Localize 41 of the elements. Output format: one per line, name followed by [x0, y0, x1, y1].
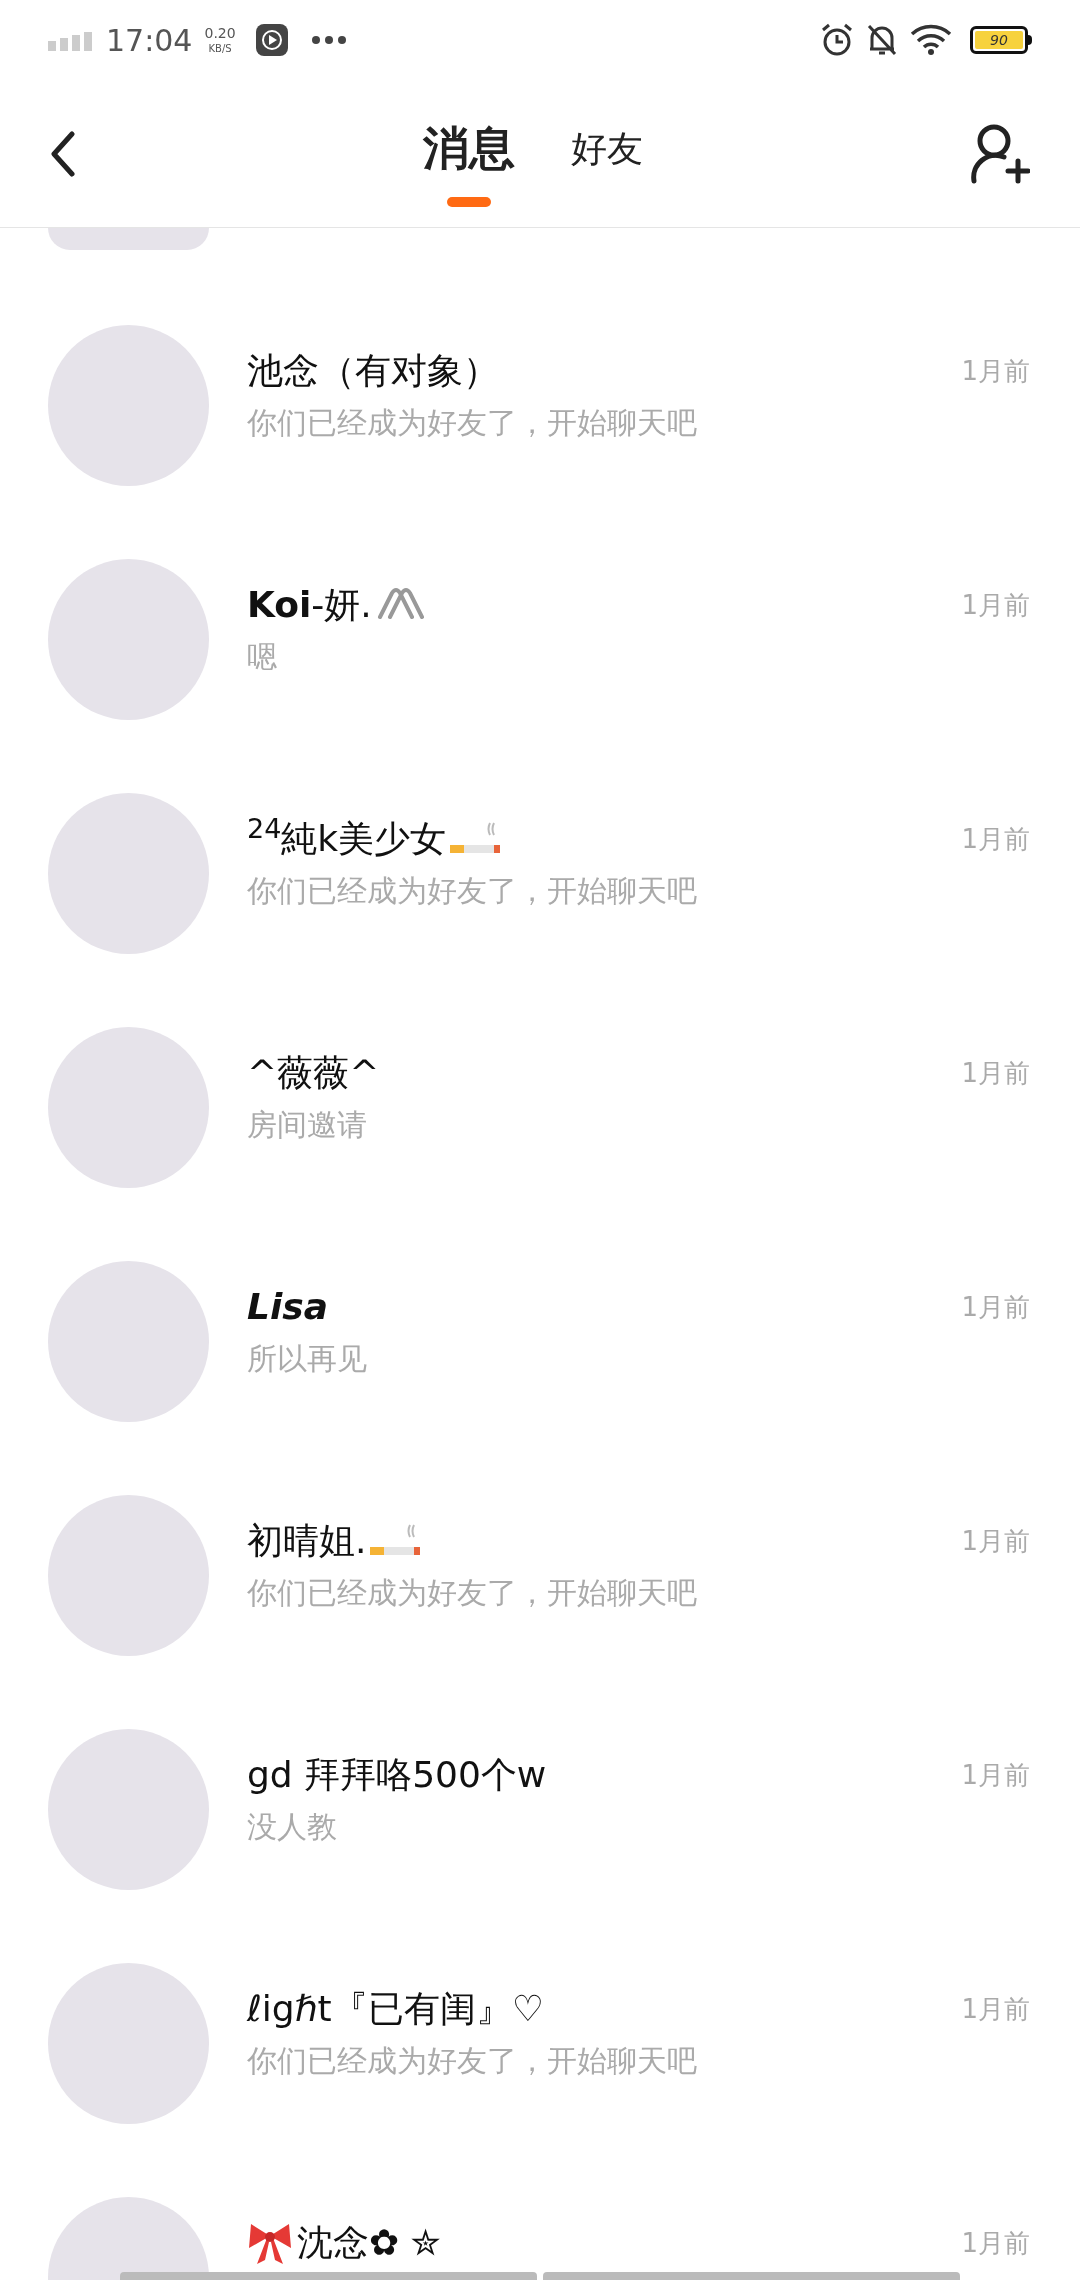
play-icon — [255, 24, 288, 56]
contact-name: Koi-妍. — [247, 583, 372, 627]
contact-name: 初晴姐. — [247, 1519, 367, 1563]
message-preview: 你们已经成为好友了，开始聊天吧 — [247, 404, 698, 442]
contact-name: Lisa — [247, 1285, 328, 1329]
message-time: 1月前 — [961, 1759, 1030, 1792]
message-time: 1月前 — [961, 355, 1030, 388]
alarm-icon — [820, 23, 854, 57]
avatar-photo-placeholder[interactable] — [48, 228, 209, 250]
wifi-icon — [910, 24, 954, 56]
contact-name: $^{24}$純k美少女 — [247, 815, 447, 861]
contact-name: 池念（有对象） — [247, 349, 499, 393]
contact-name: 沈念✿ ✮ — [297, 2221, 441, 2265]
message-time: 1月前 — [961, 1993, 1030, 2026]
speed-unit: KB/S — [208, 44, 232, 54]
tab[interactable]: 消息 — [423, 114, 515, 207]
add-friend-icon[interactable] — [970, 122, 1030, 185]
message-preview: 所以再见 — [247, 1340, 368, 1378]
message-preview: 你们已经成为好友了，开始聊天吧 — [247, 1574, 698, 1612]
contact-name: ^薇薇^ — [247, 1051, 380, 1095]
message-time: 1月前 — [961, 1057, 1030, 1090]
contact-name: gd 拜拜咯500个w — [247, 1753, 547, 1797]
network-speed: 0.20 — [204, 26, 236, 40]
muted-bell-icon — [866, 23, 898, 57]
message-preview: 你们已经成为好友了，开始聊天吧 — [247, 872, 698, 910]
message-time: 1月前 — [961, 2227, 1030, 2260]
message-preview: 没人教 — [247, 1808, 338, 1846]
contact-name: ℓigℏt『已有闺』♡ — [247, 1987, 544, 2031]
message-time: 1月前 — [961, 589, 1030, 622]
more-icon — [311, 36, 346, 44]
message-preview: 嗯 — [247, 638, 278, 676]
battery-level: 90 — [975, 31, 1023, 49]
message-time: 1月前 — [961, 823, 1030, 856]
signal-icon — [48, 29, 94, 51]
message-preview: 你们已经成为好友了，开始聊天吧 — [247, 2042, 698, 2080]
message-time: 1月前 — [961, 1525, 1030, 1558]
clock-time: 17:04 — [106, 21, 193, 60]
back-icon[interactable] — [50, 130, 76, 177]
tab[interactable]: 好友 — [571, 114, 643, 176]
message-time: 1月前 — [961, 1291, 1030, 1324]
message-preview: 房间邀请 — [247, 1106, 368, 1144]
